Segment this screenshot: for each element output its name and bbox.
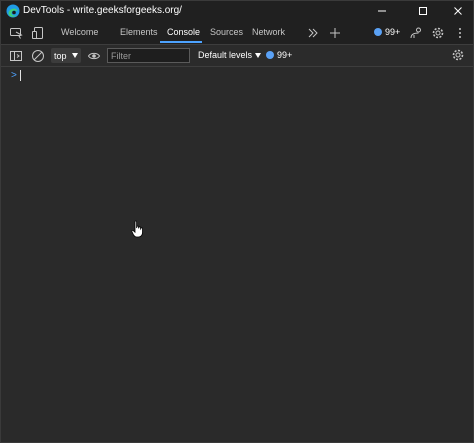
live-expression-icon[interactable] bbox=[87, 49, 101, 63]
console-toolbar: top Default levels 99+ bbox=[1, 45, 473, 67]
log-levels-dropdown[interactable]: Default levels bbox=[198, 50, 262, 60]
settings-icon[interactable] bbox=[431, 26, 445, 40]
issues-badge[interactable]: 99+ bbox=[266, 50, 292, 60]
device-emulation-icon[interactable] bbox=[31, 26, 45, 40]
chevron-down-icon bbox=[72, 53, 78, 58]
console-prompt: > bbox=[11, 70, 17, 81]
clear-console-icon[interactable] bbox=[31, 49, 45, 63]
hand-pointer-icon bbox=[131, 220, 144, 238]
filter-input[interactable] bbox=[107, 48, 190, 63]
inspect-element-icon[interactable] bbox=[9, 26, 23, 40]
tab-sources[interactable]: Sources bbox=[210, 27, 243, 37]
tab-network[interactable]: Network bbox=[252, 27, 285, 37]
active-tab-indicator bbox=[160, 41, 202, 43]
minimize-icon[interactable] bbox=[369, 1, 395, 21]
issues-dot-icon bbox=[266, 51, 274, 59]
context-selector[interactable]: top bbox=[51, 48, 81, 63]
panel-tab-bar: Welcome Elements Console Sources Network… bbox=[1, 21, 473, 45]
more-options-icon[interactable] bbox=[453, 26, 467, 40]
more-tabs-icon[interactable] bbox=[306, 26, 320, 40]
sidebar-toggle-icon[interactable] bbox=[9, 49, 23, 63]
tab-elements[interactable]: Elements bbox=[120, 27, 158, 37]
close-icon[interactable] bbox=[445, 1, 471, 21]
settings-icon[interactable] bbox=[451, 48, 465, 62]
issues-badge[interactable]: 99+ bbox=[374, 27, 400, 37]
window-title: DevTools - write.geeksforgeeks.org/ bbox=[23, 5, 182, 16]
chevron-down-icon bbox=[255, 52, 262, 58]
devtools-window: DevTools - write.geeksforgeeks.org/ Welc… bbox=[0, 0, 474, 443]
add-tab-icon[interactable] bbox=[328, 26, 342, 40]
console-output-area[interactable]: > bbox=[1, 67, 473, 442]
connection-icon[interactable] bbox=[409, 26, 423, 40]
maximize-icon[interactable] bbox=[410, 1, 436, 21]
tab-welcome[interactable]: Welcome bbox=[61, 27, 98, 37]
text-caret bbox=[20, 70, 21, 81]
issues-dot-icon bbox=[374, 28, 382, 36]
title-bar: DevTools - write.geeksforgeeks.org/ bbox=[1, 1, 473, 21]
tab-console[interactable]: Console bbox=[167, 27, 200, 37]
edge-logo-icon bbox=[6, 4, 20, 18]
